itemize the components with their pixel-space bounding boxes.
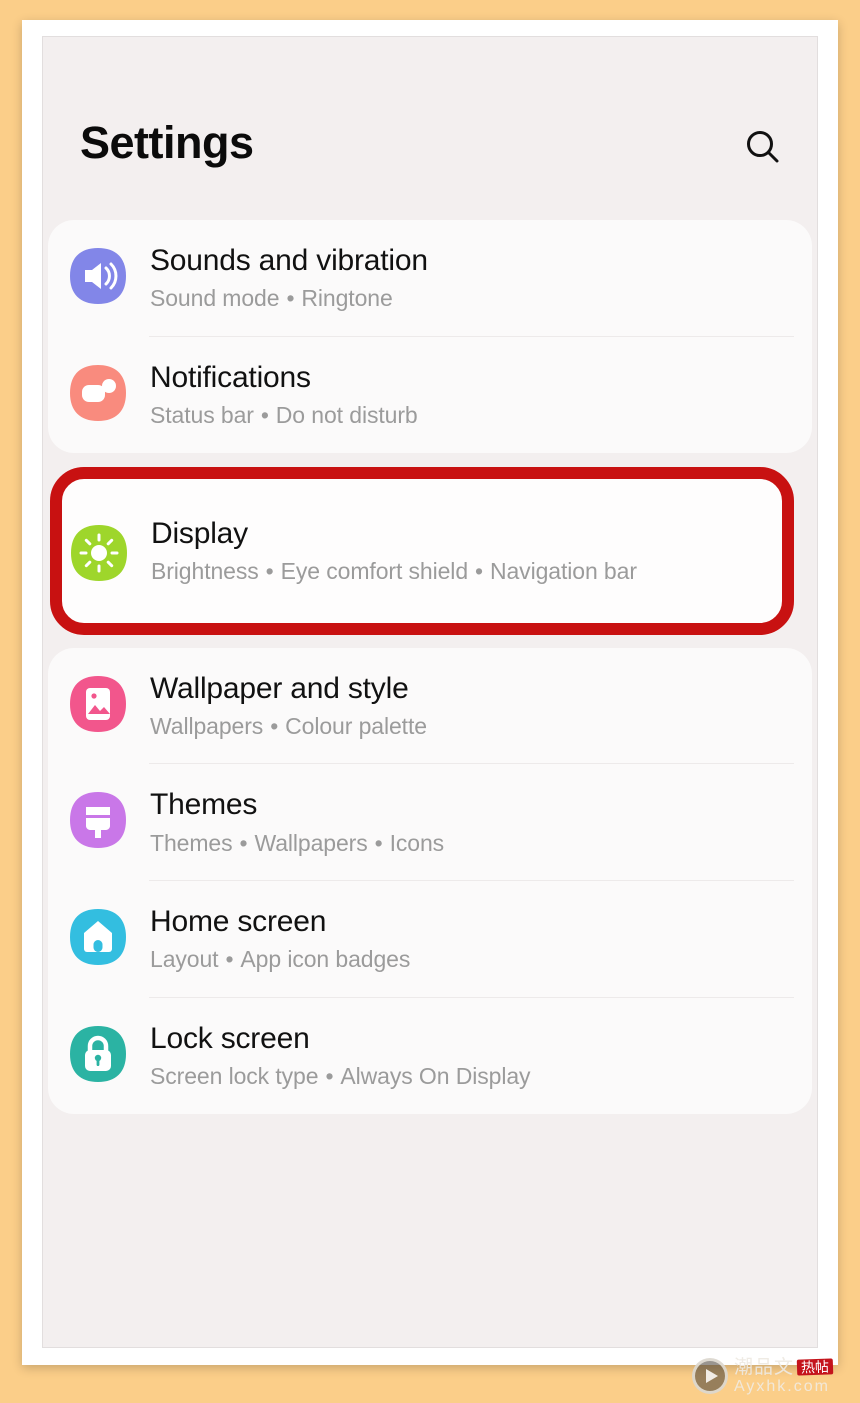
speaker-icon xyxy=(68,246,128,306)
separator-dot: • xyxy=(260,402,269,429)
subtitle-part: Navigation bar xyxy=(489,558,637,585)
home-house-icon xyxy=(68,907,128,967)
subtitle-part: Colour palette xyxy=(285,712,427,739)
notification-bubble-icon xyxy=(68,363,128,423)
separator-dot: • xyxy=(270,712,279,739)
subtitle-part: Layout xyxy=(150,946,219,973)
settings-row-subtitle: Brightness • Eye comfort shield • Navigation… xyxy=(151,556,637,586)
screenshot-paper-card: Settings Sounds and vibration Sound mode… xyxy=(22,20,838,1365)
padlock-icon xyxy=(68,1024,128,1084)
settings-row-themes[interactable]: Themes Themes • Wallpapers • Icons xyxy=(48,764,812,880)
subtitle-part: Wallpapers xyxy=(254,829,368,856)
subtitle-part: Wallpapers xyxy=(150,712,264,739)
phone-settings-screen: Settings Sounds and vibration Sound mode… xyxy=(42,36,818,1348)
settings-row-title: Wallpaper and style xyxy=(150,671,409,705)
settings-group-card-display: Display Brightness • Eye comfort shield • Na… xyxy=(55,466,789,635)
subtitle-part: Eye comfort shield xyxy=(280,558,469,585)
settings-group-card: Sounds and vibration Sound mode • Ringtone xyxy=(48,220,812,453)
separator-dot: • xyxy=(265,558,274,585)
subtitle-part: Icons xyxy=(389,829,445,856)
separator-dot: • xyxy=(325,1063,334,1090)
settings-row-subtitle: Themes • Wallpapers • Icons xyxy=(150,828,794,858)
separator-dot: • xyxy=(374,829,383,856)
settings-row-subtitle: Status bar • Do not disturb xyxy=(150,400,794,430)
watermark-url: Ayxhk.com xyxy=(734,1377,830,1395)
subtitle-part: App icon badges xyxy=(240,946,411,973)
separator-dot: • xyxy=(286,285,295,312)
image-picture-icon xyxy=(68,674,128,734)
settings-row-subtitle: Layout • App icon badges xyxy=(150,944,794,974)
separator-dot: • xyxy=(475,558,483,585)
subtitle-part: Do not disturb xyxy=(275,402,418,429)
settings-row-title: Notifications xyxy=(150,360,311,394)
subtitle-part: Sound mode xyxy=(150,285,280,312)
settings-row-display[interactable]: Display Brightness • Eye comfort shield • Na… xyxy=(55,501,659,601)
settings-row-title: Display xyxy=(151,516,248,550)
settings-row-subtitle: Screen lock type • Always On Display xyxy=(150,1061,794,1091)
settings-row-title: Lock screen xyxy=(150,1021,310,1055)
settings-header: Settings xyxy=(43,37,817,220)
subtitle-part: Screen lock type xyxy=(150,1063,319,1090)
page-title: Settings xyxy=(80,117,254,168)
settings-row-title: Themes xyxy=(150,788,258,822)
subtitle-part: Always On Display xyxy=(340,1063,531,1090)
settings-row-wallpaper-and-style[interactable]: Wallpaper and style Wallpapers • Colour pa… xyxy=(48,648,812,764)
brightness-sun-icon xyxy=(69,523,129,583)
subtitle-part: Brightness xyxy=(151,558,259,585)
subtitle-part: Status bar xyxy=(150,402,254,429)
separator-dot: • xyxy=(225,946,234,973)
subtitle-part: Themes xyxy=(150,829,233,856)
separator-dot: • xyxy=(239,829,248,856)
settings-row-title: Sounds and vibration xyxy=(150,244,428,277)
settings-row-sounds-and-vibration[interactable]: Sounds and vibration Sound mode • Ringtone xyxy=(48,220,812,336)
settings-row-title: Home screen xyxy=(150,905,327,938)
settings-row-lock-screen[interactable]: Lock screen Screen lock type • Always On D… xyxy=(48,998,812,1114)
paintbrush-icon xyxy=(68,790,128,850)
settings-row-home-screen[interactable]: Home screen Layout • App icon badges xyxy=(48,881,812,997)
display-highlight-region: Display Brightness • Eye comfort shield • Na… xyxy=(43,466,817,635)
settings-group-card: Wallpaper and style Wallpapers • Colour pa… xyxy=(48,647,812,1114)
subtitle-part: Ringtone xyxy=(301,285,393,312)
settings-row-notifications[interactable]: Notifications Status bar • Do not disturb xyxy=(48,337,812,453)
search-icon[interactable] xyxy=(735,119,791,175)
settings-row-subtitle: Sound mode • Ringtone xyxy=(150,283,794,313)
settings-row-subtitle: Wallpapers • Colour palette xyxy=(150,711,794,741)
